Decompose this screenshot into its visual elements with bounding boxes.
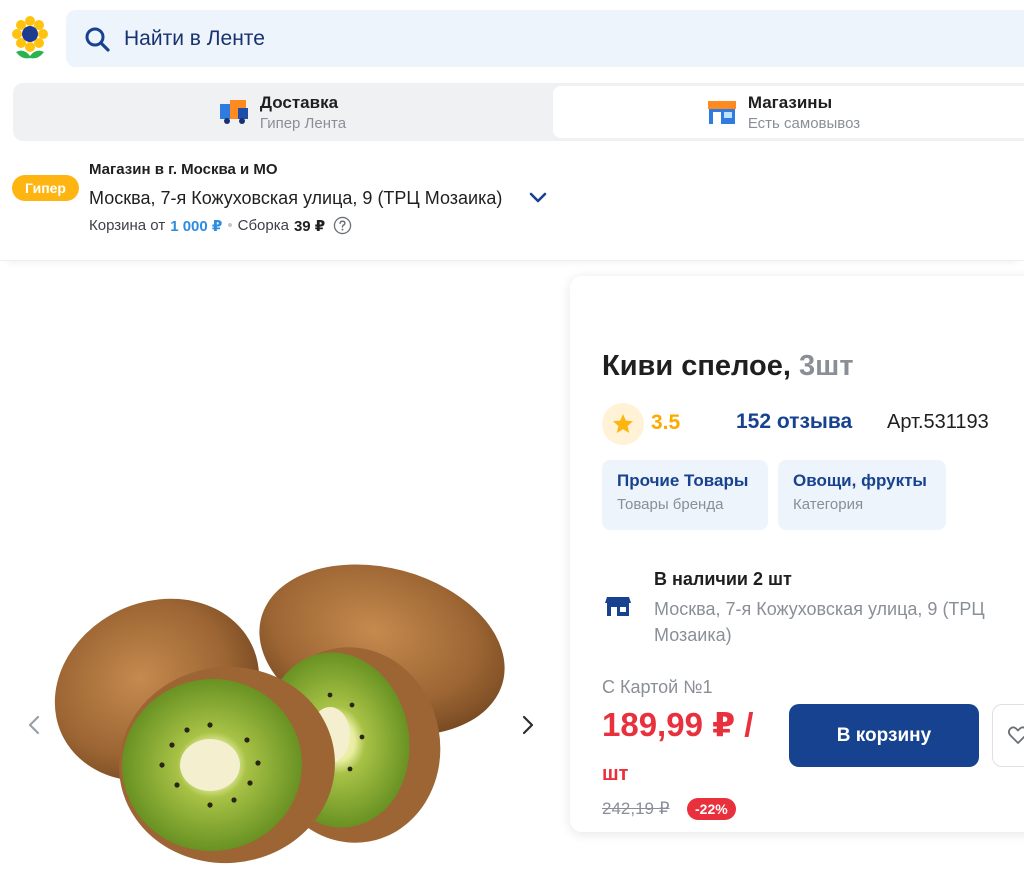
mode-delivery-title: Доставка	[259, 92, 339, 112]
category-chip[interactable]: Овощи, фрукты Категория	[778, 460, 946, 530]
assembly-fee-label: Сборка	[237, 217, 289, 234]
reviews-link[interactable]: 152 отзыва	[736, 410, 852, 434]
current-price: 189,99 ₽ /	[602, 706, 754, 743]
gallery-next-arrow-icon[interactable]	[518, 713, 538, 737]
brand-chip[interactable]: Прочие Товары Товары бренда	[602, 460, 768, 530]
category-chip-subtitle: Категория	[793, 496, 864, 513]
store-icon	[707, 101, 736, 124]
discount-badge: -22%	[687, 798, 736, 820]
old-price: 242,19 ₽	[602, 799, 670, 818]
store-format-badge: Гипер	[12, 175, 79, 201]
brand-chip-title: Прочие Товары	[617, 471, 749, 490]
cart-minimum-label: Корзина от	[89, 217, 166, 234]
availability-status: В наличии 2 шт	[654, 569, 792, 589]
store-region-label: Магазин в г. Москва и МО	[89, 161, 278, 178]
mode-stores-subtitle: Есть самовывоз	[747, 114, 861, 132]
price-unit: шт	[602, 763, 629, 785]
mode-delivery-subtitle: Гипер Лента	[259, 114, 347, 132]
gallery-prev-arrow-icon[interactable]	[24, 713, 44, 737]
brand-chip-subtitle: Товары бренда	[617, 496, 724, 513]
chevron-down-icon[interactable]	[527, 189, 549, 207]
category-chip-title: Овощи, фрукты	[793, 471, 927, 490]
rating-star-badge	[602, 403, 644, 445]
search-input[interactable]	[124, 26, 724, 51]
heart-icon[interactable]	[1007, 724, 1024, 746]
product-image-kiwi	[54, 564, 505, 864]
assembly-fee-value: 39 ₽	[293, 217, 326, 235]
product-title-unit: 3шт	[799, 350, 854, 382]
cart-minimum-value: 1 000 ₽	[170, 217, 223, 235]
mode-stores-title: Магазины	[747, 92, 833, 112]
separator-dot: •	[227, 217, 233, 234]
delivery-mode-switch: Доставка Гипер Лента Магазины Есть самов…	[13, 83, 1024, 141]
lenta-logo[interactable]	[12, 16, 48, 60]
availability-address: Москва, 7-я Кожуховская улица, 9 (ТРЦ Мо…	[654, 599, 985, 645]
star-icon	[613, 414, 633, 433]
search-bar[interactable]	[66, 10, 1024, 67]
article-number: Арт.531193	[887, 411, 989, 433]
mode-delivery-tab[interactable]: Доставка Гипер Лента	[16, 86, 548, 138]
delivery-truck-icon	[219, 100, 248, 124]
product-title-name: Киви спелое,	[602, 350, 791, 382]
store-availability-icon	[605, 597, 631, 616]
mode-stores-tab[interactable]: Магазины Есть самовывоз	[553, 86, 1024, 138]
store-order-info: Корзина от 1 000 ₽ • Сборка 39 ₽	[89, 216, 352, 235]
loyalty-card-label: С Картой №1	[602, 677, 713, 697]
rating-value: 3.5	[651, 411, 681, 434]
add-to-cart-button[interactable]: В корзину	[789, 704, 979, 767]
search-icon	[85, 27, 110, 52]
product-title: Киви спелое, 3шт	[602, 350, 854, 383]
help-icon[interactable]	[333, 216, 352, 235]
store-address-select[interactable]: Москва, 7-я Кожуховская улица, 9 (ТРЦ Мо…	[89, 188, 502, 209]
